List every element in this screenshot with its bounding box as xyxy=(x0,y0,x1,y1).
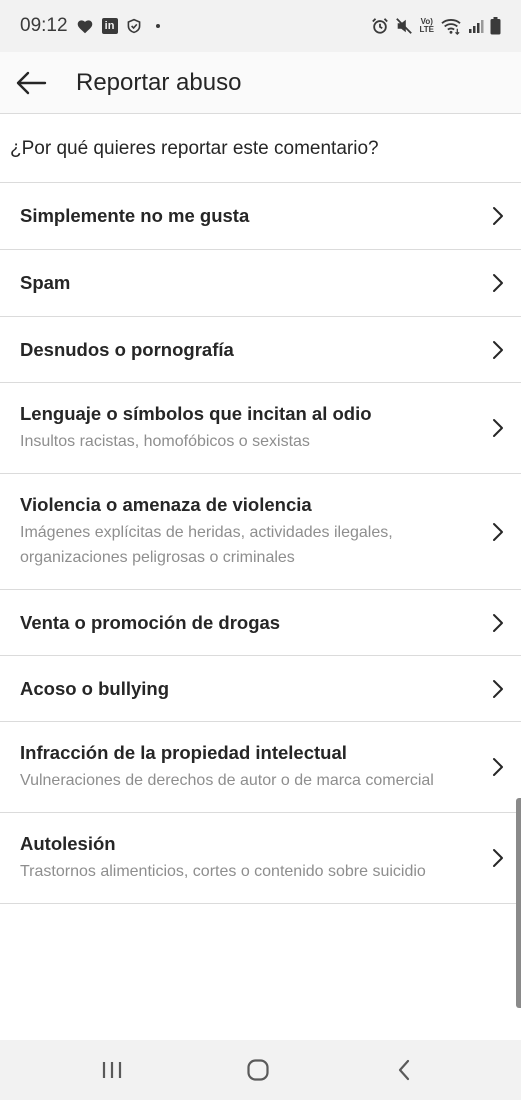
reason-title: Autolesión xyxy=(20,832,116,854)
status-time: 09:12 xyxy=(20,15,68,36)
chevron-right-icon xyxy=(493,679,503,698)
status-right: Vo) LTE xyxy=(371,17,501,35)
status-bar: 09:12 in Vo) LTE xyxy=(0,0,521,52)
chevron-right-icon xyxy=(493,340,503,359)
reason-item-nudity[interactable]: Desnudos o pornografía xyxy=(0,317,521,383)
arrow-left-icon xyxy=(16,71,47,94)
reason-item-violence[interactable]: Violencia o amenaza de violencia Imágene… xyxy=(0,474,521,590)
mute-icon xyxy=(395,17,413,35)
home-icon xyxy=(247,1059,269,1081)
signal-icon xyxy=(468,18,484,34)
reason-list: Simplemente no me gusta Spam Desnudos o … xyxy=(0,183,521,904)
reason-item-drugs[interactable]: Venta o promoción de drogas xyxy=(0,590,521,656)
volte-bottom-text: LTE xyxy=(419,25,434,34)
chevron-right-icon xyxy=(493,207,503,225)
reason-item-intellectual-property[interactable]: Infracción de la propiedad intelectual V… xyxy=(0,722,521,813)
battery-icon xyxy=(490,17,501,35)
reason-item-self-harm[interactable]: Autolesión Trastornos alimenticios, cort… xyxy=(0,813,521,904)
reason-item-dislike[interactable]: Simplemente no me gusta xyxy=(0,183,521,250)
reason-item-hate-speech[interactable]: Lenguaje o símbolos que incitan al odio … xyxy=(0,383,521,474)
reason-title: Violencia o amenaza de violencia xyxy=(20,493,312,515)
reason-title: Venta o promoción de drogas xyxy=(20,611,281,633)
status-left: 09:12 in xyxy=(20,15,160,37)
chevron-right-icon xyxy=(493,274,503,292)
reason-title: Acoso o bullying xyxy=(20,677,170,699)
report-question: ¿Por qué quieres reportar este comentari… xyxy=(0,115,521,183)
chevron-right-icon xyxy=(493,613,503,632)
system-nav-bar xyxy=(0,1040,521,1100)
location-shield-icon xyxy=(126,18,142,34)
reason-item-spam[interactable]: Spam xyxy=(0,250,521,317)
recent-apps-button[interactable] xyxy=(82,1040,142,1100)
linkedin-text: in xyxy=(101,18,118,34)
reason-title: Simplemente no me gusta xyxy=(20,205,250,226)
reason-title: Infracción de la propiedad intelectual xyxy=(20,741,347,763)
recent-apps-icon xyxy=(102,1062,122,1078)
page-title: Reportar abuso xyxy=(76,68,242,96)
reason-subtitle: Imágenes explícitas de heridas, activida… xyxy=(20,523,393,566)
chevron-right-icon xyxy=(493,758,503,776)
reason-subtitle: Trastornos alimenticios, cortes o conten… xyxy=(20,862,426,880)
heart-icon xyxy=(76,18,94,34)
chevron-right-icon xyxy=(493,849,503,867)
scroll-indicator[interactable] xyxy=(516,798,521,1008)
reason-title: Lenguaje o símbolos que incitan al odio xyxy=(20,402,372,424)
chevron-right-icon xyxy=(493,522,503,541)
reason-title: Desnudos o pornografía xyxy=(20,338,234,360)
app-header: Reportar abuso xyxy=(0,52,521,114)
reason-item-bullying[interactable]: Acoso o bullying xyxy=(0,656,521,722)
reason-subtitle: Insultos racistas, homofóbicos o sexista… xyxy=(20,432,310,450)
wifi-icon xyxy=(440,17,462,35)
home-button[interactable] xyxy=(228,1040,288,1100)
back-button[interactable] xyxy=(0,52,62,114)
chevron-right-icon xyxy=(493,419,503,437)
dot-icon xyxy=(155,24,160,28)
volte-icon: Vo) LTE xyxy=(419,18,434,34)
alarm-icon xyxy=(371,17,389,35)
nav-back-button[interactable] xyxy=(374,1040,434,1100)
back-icon xyxy=(398,1059,410,1081)
reason-subtitle: Vulneraciones de derechos de autor o de … xyxy=(20,771,434,789)
reason-title: Spam xyxy=(20,272,71,293)
linkedin-icon: in xyxy=(101,18,118,34)
